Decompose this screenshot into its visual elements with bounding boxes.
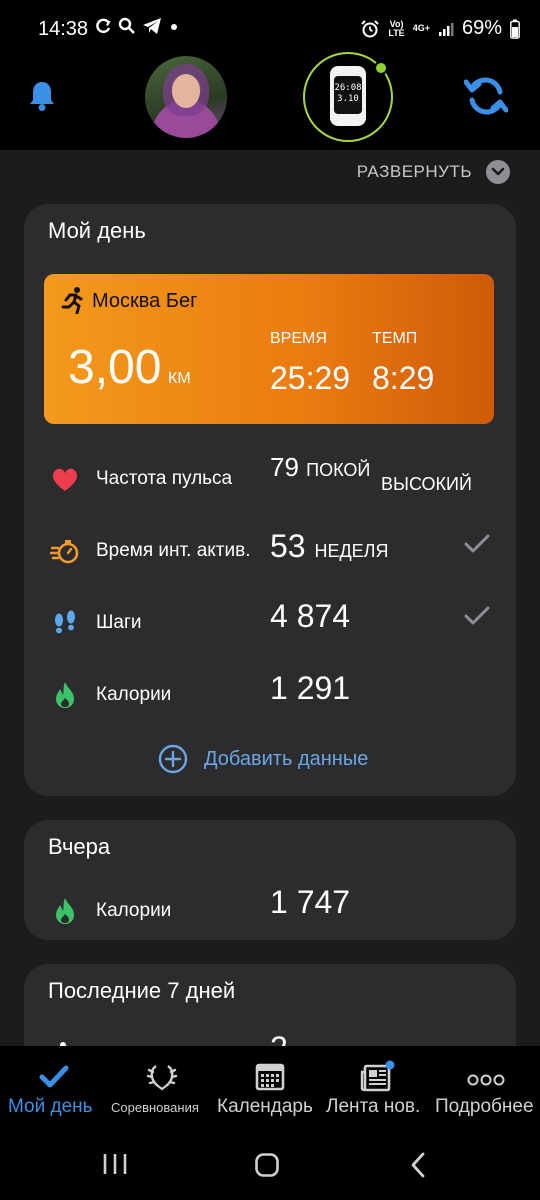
- calories-value: 1 291: [270, 670, 351, 706]
- notification-dot-icon: [171, 24, 177, 30]
- my-day-title: Мой день: [48, 218, 146, 243]
- runner-icon: [61, 287, 83, 314]
- sync-button-icon[interactable]: [464, 76, 508, 116]
- heart-icon: [52, 468, 78, 491]
- heart-rate-value: 79: [270, 452, 299, 482]
- intensity-value: 53: [270, 528, 306, 564]
- expand-label: РАЗВЕРНУТЬ: [356, 162, 472, 181]
- nav-competitions[interactable]: Соревнования: [108, 1046, 216, 1132]
- bottom-nav: Мой день Соревнования Календарь Лента но…: [0, 1046, 540, 1132]
- intensity-unit: НЕДЕЛЯ: [314, 541, 389, 561]
- nav-newsfeed[interactable]: Лента нов.: [324, 1046, 432, 1132]
- status-left-icons: [94, 17, 180, 35]
- metric-label: Время инт. актив.: [96, 540, 251, 561]
- heart-rate-extra: ВЫСОКИЙ: [381, 474, 472, 494]
- sync-icon: [96, 18, 111, 34]
- nav-label: Календарь: [217, 1096, 313, 1117]
- activity-time-label: ВРЕМЯ: [270, 330, 327, 347]
- calories-yesterday-value: 1 747: [270, 884, 351, 920]
- newsfeed-icon: [360, 1060, 395, 1092]
- checkmark-icon: [39, 1065, 69, 1088]
- activity-name: Москва Бег: [92, 290, 198, 312]
- device-connected-dot: [374, 61, 388, 75]
- metric-row-steps[interactable]: Шаги 4 874: [24, 598, 516, 648]
- flame-icon: [56, 682, 74, 708]
- status-time: 14:38: [38, 18, 89, 40]
- yesterday-card: Вчера Калории 1 747: [24, 820, 516, 940]
- activity-card[interactable]: Москва Бег 3,00 КМ ВРЕМЯ 25:29 ТЕМП 8:29: [44, 274, 494, 424]
- watch-line1: 26:08: [334, 83, 362, 93]
- system-nav-bar: [0, 1132, 540, 1200]
- footsteps-icon: [55, 610, 75, 634]
- watch-line2: 3.10: [337, 94, 359, 104]
- volte-indicator: Vo) LTE: [388, 18, 405, 38]
- metric-row-intensity[interactable]: Время инт. актив. 53 НЕДЕЛЯ: [24, 526, 516, 576]
- nav-calendar[interactable]: Календарь: [216, 1046, 324, 1132]
- heart-rate-unit: ПОКОЙ: [306, 460, 371, 480]
- nav-label: Подробнее: [435, 1096, 534, 1117]
- battery-percent: 69%: [461, 17, 502, 39]
- checkmark-icon: [464, 606, 490, 625]
- signal-icon: [438, 22, 454, 36]
- metric-row-calories[interactable]: Калории 1 291: [24, 670, 516, 720]
- metric-label: Калории: [96, 684, 172, 705]
- chevron-down-icon: [486, 160, 510, 184]
- nav-label: Мой день: [8, 1096, 93, 1117]
- top-header: 14:38 Vo) LTE 4G+ 69% 26:08 3.10: [0, 0, 540, 150]
- status-bar: 14:38 Vo) LTE 4G+ 69%: [0, 0, 540, 60]
- expand-button[interactable]: РАЗВЕРНУТЬ: [357, 160, 510, 184]
- metric-row-heart-rate[interactable]: Частота пульса 79 ПОКОЙ ВЫСОКИЙ: [24, 452, 516, 504]
- more-icon: [467, 1074, 505, 1086]
- activity-pace-label: ТЕМП: [372, 330, 418, 347]
- calendar-icon: [255, 1063, 285, 1091]
- yesterday-title: Вчера: [48, 834, 111, 859]
- my-day-card: Мой день Москва Бег 3,00 КМ ВРЕМЯ 25:29 …: [24, 204, 516, 796]
- laurel-icon: [146, 1065, 178, 1091]
- add-data-button[interactable]: Добавить данные: [158, 744, 368, 774]
- last7-title: Последние 7 дней: [48, 978, 236, 1003]
- search-icon: [118, 17, 135, 34]
- bell-icon[interactable]: [28, 80, 56, 112]
- alarm-icon: [361, 19, 380, 37]
- activity-time-value: 25:29: [270, 360, 351, 396]
- steps-value: 4 874: [270, 598, 351, 634]
- metric-label: Частота пульса: [96, 468, 233, 489]
- telegram-icon: [143, 18, 161, 34]
- metric-label: Калории: [96, 900, 172, 921]
- metric-label: Шаги: [96, 612, 142, 633]
- avatar[interactable]: [145, 56, 227, 138]
- activity-distance: 3,00: [68, 341, 162, 394]
- nav-my-day[interactable]: Мой день: [0, 1046, 108, 1132]
- activity-pace-value: 8:29: [372, 360, 435, 396]
- device-watch-image[interactable]: 26:08 3.10: [330, 66, 366, 126]
- activity-distance-unit: КМ: [168, 370, 191, 387]
- back-icon[interactable]: [408, 1152, 428, 1178]
- avatar-face: [172, 74, 200, 108]
- checkmark-icon: [464, 534, 490, 553]
- add-data-label: Добавить данные: [204, 747, 369, 770]
- metric-value: 53 НЕДЕЛЯ: [270, 528, 389, 565]
- recent-apps-icon[interactable]: [102, 1152, 128, 1176]
- network-indicator: 4G+: [412, 23, 430, 33]
- status-right-icons: Vo) LTE 4G+ 69%: [360, 17, 520, 40]
- battery-icon: [510, 19, 520, 39]
- watch-face: 26:08 3.10: [334, 76, 362, 114]
- stopwatch-icon: [50, 540, 79, 564]
- flame-icon: [56, 898, 74, 924]
- plus-circle-icon: [158, 744, 188, 774]
- nav-label: Соревнования: [111, 1100, 199, 1115]
- nav-label: Лента нов.: [326, 1096, 421, 1117]
- metric-row-calories-yesterday[interactable]: Калории 1 747: [24, 884, 516, 936]
- nav-more[interactable]: Подробнее: [432, 1046, 540, 1132]
- metric-value: 79 ПОКОЙ: [270, 452, 370, 483]
- home-icon[interactable]: [254, 1152, 280, 1178]
